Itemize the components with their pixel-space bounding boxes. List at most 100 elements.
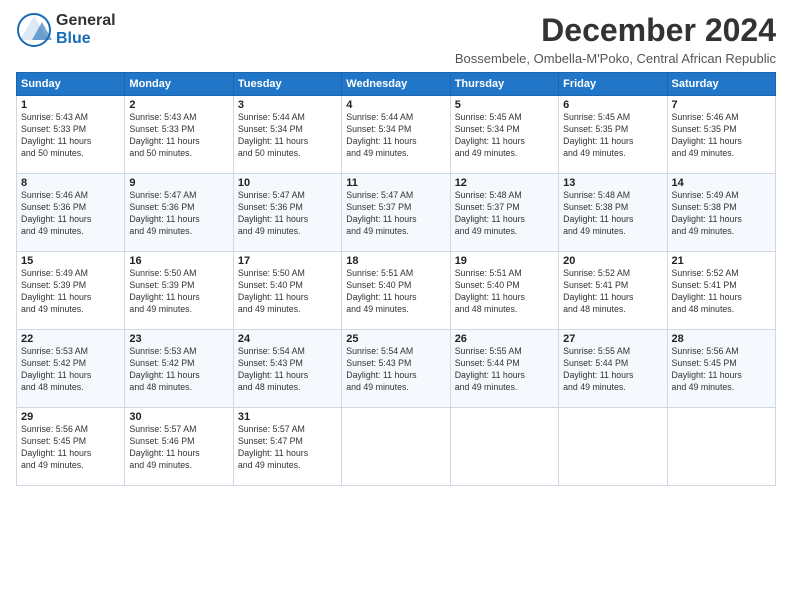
header-saturday: Saturday — [667, 73, 775, 96]
day-info: Sunrise: 5:55 AMSunset: 5:44 PMDaylight:… — [563, 346, 662, 394]
day-cell: 27Sunrise: 5:55 AMSunset: 5:44 PMDayligh… — [559, 330, 667, 408]
day-number: 1 — [21, 99, 120, 111]
day-info: Sunrise: 5:57 AMSunset: 5:47 PMDaylight:… — [238, 424, 337, 472]
day-cell: 24Sunrise: 5:54 AMSunset: 5:43 PMDayligh… — [233, 330, 341, 408]
day-number: 20 — [563, 255, 662, 267]
day-cell: 11Sunrise: 5:47 AMSunset: 5:37 PMDayligh… — [342, 174, 450, 252]
day-cell: 5Sunrise: 5:45 AMSunset: 5:34 PMDaylight… — [450, 96, 558, 174]
day-cell: 8Sunrise: 5:46 AMSunset: 5:36 PMDaylight… — [17, 174, 125, 252]
day-info: Sunrise: 5:56 AMSunset: 5:45 PMDaylight:… — [672, 346, 771, 394]
header-friday: Friday — [559, 73, 667, 96]
header-wednesday: Wednesday — [342, 73, 450, 96]
day-number: 22 — [21, 333, 120, 345]
day-number: 5 — [455, 99, 554, 111]
day-number: 2 — [129, 99, 228, 111]
day-cell: 23Sunrise: 5:53 AMSunset: 5:42 PMDayligh… — [125, 330, 233, 408]
day-cell: 22Sunrise: 5:53 AMSunset: 5:42 PMDayligh… — [17, 330, 125, 408]
day-cell: 7Sunrise: 5:46 AMSunset: 5:35 PMDaylight… — [667, 96, 775, 174]
day-number: 31 — [238, 411, 337, 423]
day-cell: 9Sunrise: 5:47 AMSunset: 5:36 PMDaylight… — [125, 174, 233, 252]
day-cell: 19Sunrise: 5:51 AMSunset: 5:40 PMDayligh… — [450, 252, 558, 330]
day-info: Sunrise: 5:52 AMSunset: 5:41 PMDaylight:… — [672, 268, 771, 316]
day-cell: 31Sunrise: 5:57 AMSunset: 5:47 PMDayligh… — [233, 408, 341, 486]
week-row-5: 29Sunrise: 5:56 AMSunset: 5:45 PMDayligh… — [17, 408, 776, 486]
day-number: 10 — [238, 177, 337, 189]
day-number: 29 — [21, 411, 120, 423]
day-number: 13 — [563, 177, 662, 189]
header-tuesday: Tuesday — [233, 73, 341, 96]
month-title: December 2024 — [455, 12, 776, 49]
day-info: Sunrise: 5:49 AMSunset: 5:39 PMDaylight:… — [21, 268, 120, 316]
day-cell: 12Sunrise: 5:48 AMSunset: 5:37 PMDayligh… — [450, 174, 558, 252]
day-cell: 1Sunrise: 5:43 AMSunset: 5:33 PMDaylight… — [17, 96, 125, 174]
day-info: Sunrise: 5:47 AMSunset: 5:36 PMDaylight:… — [238, 190, 337, 238]
week-row-2: 8Sunrise: 5:46 AMSunset: 5:36 PMDaylight… — [17, 174, 776, 252]
calendar-header: Sunday Monday Tuesday Wednesday Thursday… — [17, 73, 776, 96]
day-number: 25 — [346, 333, 445, 345]
week-row-4: 22 Sunrise: 5:53 AMSunset: 5:42 PMDayligh… — [17, 330, 776, 408]
day-cell: 14Sunrise: 5:49 AMSunset: 5:38 PMDayligh… — [667, 174, 775, 252]
day-info: Sunrise: 5:48 AMSunset: 5:38 PMDaylight:… — [563, 190, 662, 238]
logo: General Blue — [16, 12, 116, 49]
day-cell: 30Sunrise: 5:57 AMSunset: 5:46 PMDayligh… — [125, 408, 233, 486]
day-info: Sunrise: 5:55 AMSunset: 5:44 PMDaylight:… — [455, 346, 554, 394]
day-number: 28 — [672, 333, 771, 345]
header: General Blue December 2024 Bossembele, O… — [16, 12, 776, 66]
day-info: Sunrise: 5:51 AMSunset: 5:40 PMDaylight:… — [455, 268, 554, 316]
day-number: 7 — [672, 99, 771, 111]
title-area: December 2024 Bossembele, Ombella-M'Poko… — [455, 12, 776, 66]
day-info: Sunrise: 5:44 AMSunset: 5:34 PMDaylight:… — [238, 112, 337, 160]
day-number: 17 — [238, 255, 337, 267]
day-cell: 28Sunrise: 5:56 AMSunset: 5:45 PMDayligh… — [667, 330, 775, 408]
logo-general: General — [56, 12, 116, 30]
day-info: Sunrise: 5:46 AMSunset: 5:36 PMDaylight:… — [21, 190, 120, 238]
day-cell: 17Sunrise: 5:50 AMSunset: 5:40 PMDayligh… — [233, 252, 341, 330]
day-cell — [450, 408, 558, 486]
day-number: 4 — [346, 99, 445, 111]
day-info: Sunrise: 5:50 AMSunset: 5:39 PMDaylight:… — [129, 268, 228, 316]
day-info: Sunrise: 5:50 AMSunset: 5:40 PMDaylight:… — [238, 268, 337, 316]
day-number: 30 — [129, 411, 228, 423]
day-number: 14 — [672, 177, 771, 189]
logo-blue: Blue — [56, 30, 116, 48]
header-sunday: Sunday — [17, 73, 125, 96]
day-number: 23 — [129, 333, 228, 345]
day-number: 3 — [238, 99, 337, 111]
day-cell: 26Sunrise: 5:55 AMSunset: 5:44 PMDayligh… — [450, 330, 558, 408]
day-info: Sunrise: 5:43 AMSunset: 5:33 PMDaylight:… — [21, 112, 120, 160]
calendar-table: Sunday Monday Tuesday Wednesday Thursday… — [16, 72, 776, 486]
day-info: Sunrise: 5:53 AMSunset: 5:42 PMDaylight:… — [129, 346, 228, 394]
calendar-page: General Blue December 2024 Bossembele, O… — [0, 0, 792, 612]
day-info: Sunrise: 5:57 AMSunset: 5:46 PMDaylight:… — [129, 424, 228, 472]
logo-text-area: General Blue — [56, 12, 116, 49]
day-cell: 16Sunrise: 5:50 AMSunset: 5:39 PMDayligh… — [125, 252, 233, 330]
day-info: Sunrise: 5:51 AMSunset: 5:40 PMDaylight:… — [346, 268, 445, 316]
logo-icon — [16, 12, 52, 48]
day-cell: 29Sunrise: 5:56 AMSunset: 5:45 PMDayligh… — [17, 408, 125, 486]
day-cell: 2Sunrise: 5:43 AMSunset: 5:33 PMDaylight… — [125, 96, 233, 174]
day-info: Sunrise: 5:43 AMSunset: 5:33 PMDaylight:… — [129, 112, 228, 160]
day-info: Sunrise: 5:49 AMSunset: 5:38 PMDaylight:… — [672, 190, 771, 238]
day-cell — [667, 408, 775, 486]
calendar-body: 1Sunrise: 5:43 AMSunset: 5:33 PMDaylight… — [17, 96, 776, 486]
day-cell: 3Sunrise: 5:44 AMSunset: 5:34 PMDaylight… — [233, 96, 341, 174]
day-number: 6 — [563, 99, 662, 111]
day-number: 15 — [21, 255, 120, 267]
day-number: 21 — [672, 255, 771, 267]
day-number: 16 — [129, 255, 228, 267]
header-thursday: Thursday — [450, 73, 558, 96]
day-info: Sunrise: 5:46 AMSunset: 5:35 PMDaylight:… — [672, 112, 771, 160]
day-cell — [559, 408, 667, 486]
day-info: Sunrise: 5:45 AMSunset: 5:34 PMDaylight:… — [455, 112, 554, 160]
day-info: Sunrise: 5:52 AMSunset: 5:41 PMDaylight:… — [563, 268, 662, 316]
day-info: Sunrise: 5:44 AMSunset: 5:34 PMDaylight:… — [346, 112, 445, 160]
day-cell: 6Sunrise: 5:45 AMSunset: 5:35 PMDaylight… — [559, 96, 667, 174]
day-number: 26 — [455, 333, 554, 345]
day-info: Sunrise: 5:48 AMSunset: 5:37 PMDaylight:… — [455, 190, 554, 238]
day-cell: 13Sunrise: 5:48 AMSunset: 5:38 PMDayligh… — [559, 174, 667, 252]
day-number: 27 — [563, 333, 662, 345]
day-cell: 18Sunrise: 5:51 AMSunset: 5:40 PMDayligh… — [342, 252, 450, 330]
day-number: 18 — [346, 255, 445, 267]
day-cell — [342, 408, 450, 486]
day-number: 11 — [346, 177, 445, 189]
